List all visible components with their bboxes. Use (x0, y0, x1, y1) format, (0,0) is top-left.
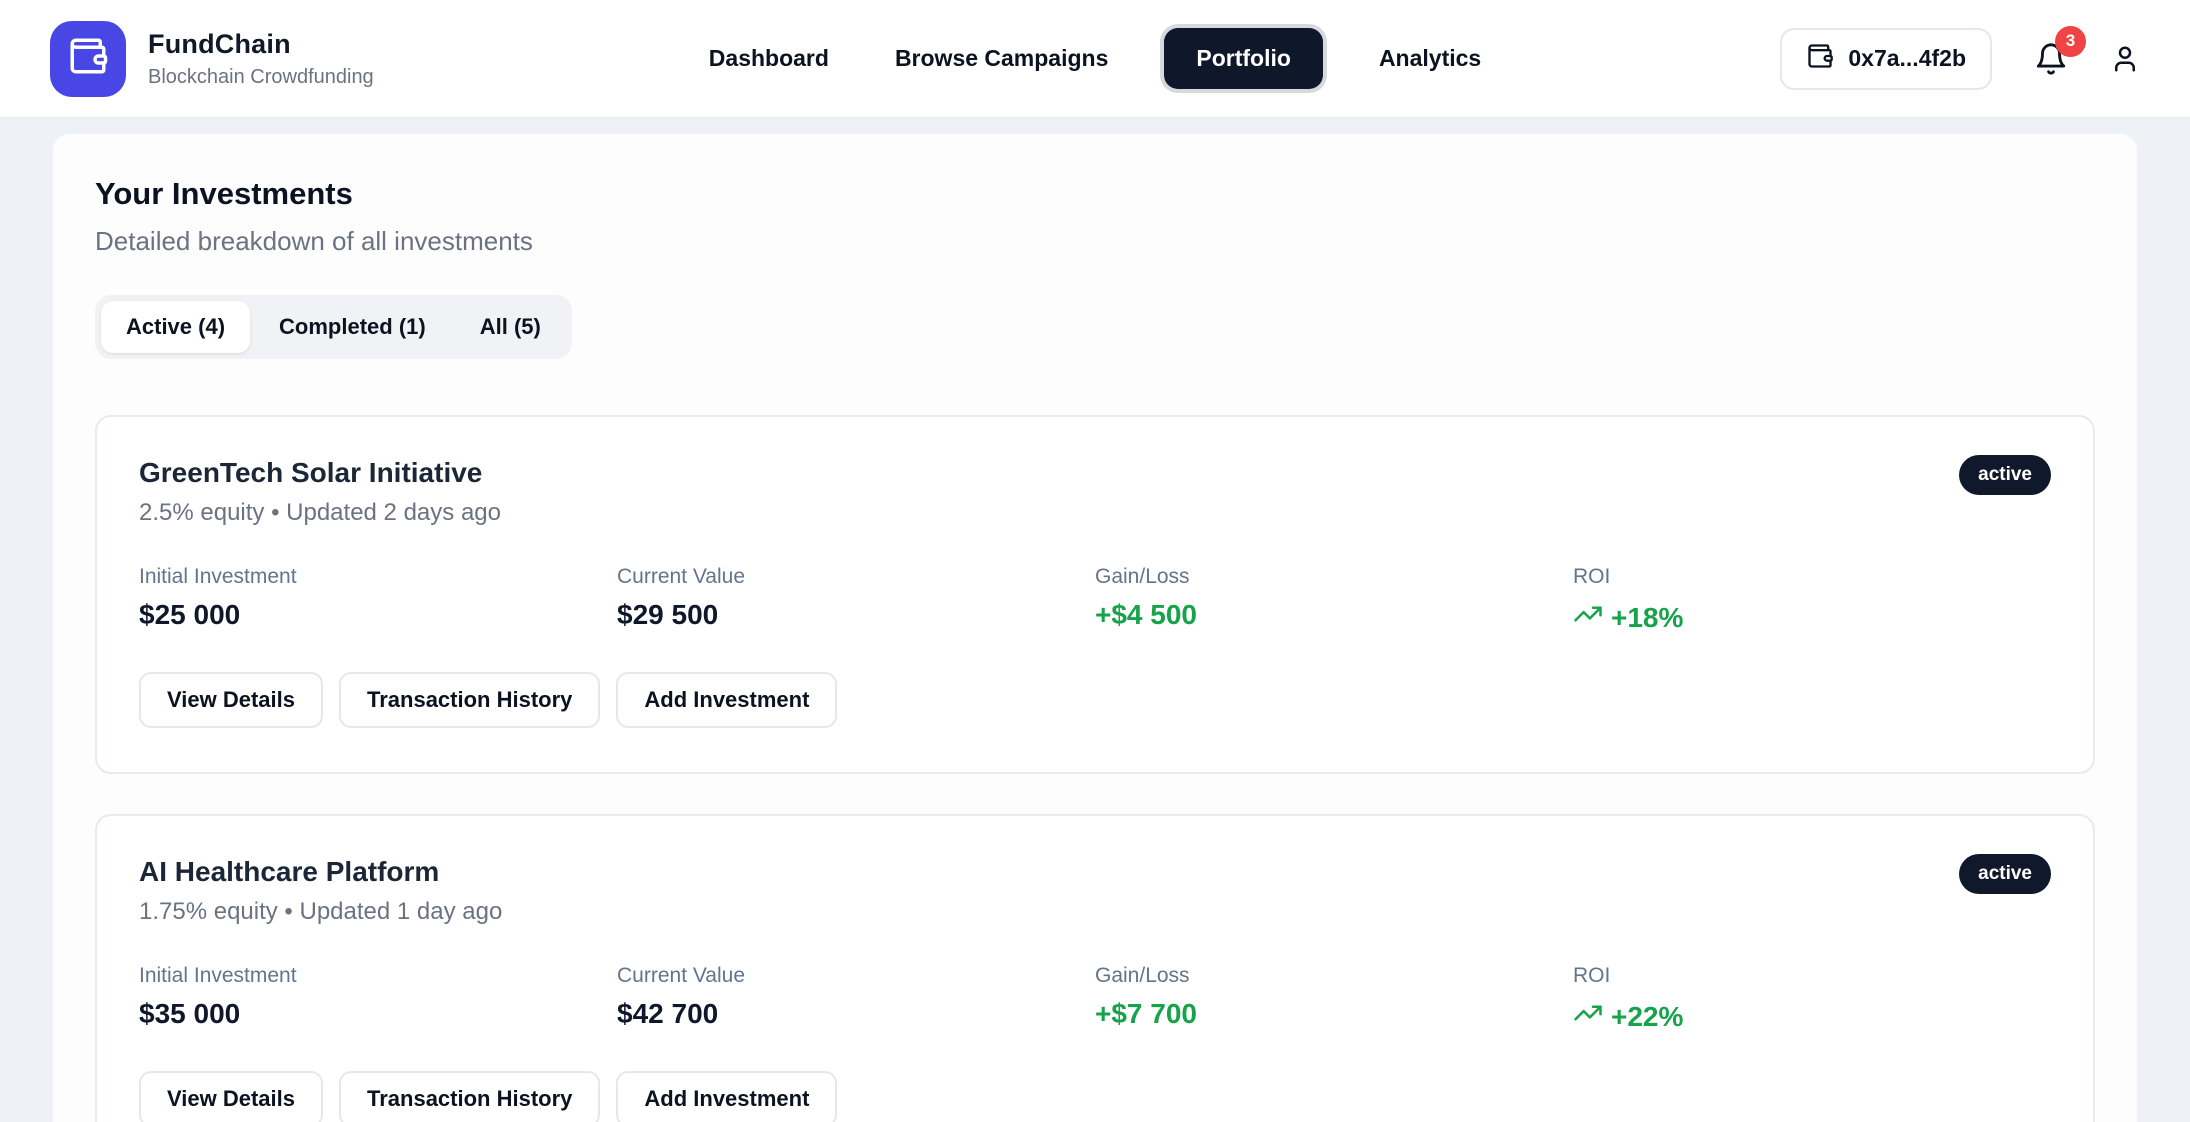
stat-value: +$7 700 (1095, 998, 1573, 1030)
stat-label: Gain/Loss (1095, 565, 1573, 589)
stat-value: $42 700 (617, 998, 1095, 1030)
stat-roi: ROI +22% (1573, 964, 2051, 1035)
add-investment-button[interactable]: Add Investment (616, 672, 837, 728)
nav-item-portfolio[interactable]: Portfolio (1164, 28, 1323, 89)
wallet-icon (1806, 42, 1834, 76)
transaction-history-button[interactable]: Transaction History (339, 672, 600, 728)
transaction-history-button[interactable]: Transaction History (339, 1071, 600, 1122)
stat-label: Gain/Loss (1095, 964, 1573, 988)
stat-label: Current Value (617, 565, 1095, 589)
tab-completed[interactable]: Completed (1) (254, 301, 451, 353)
stat-label: ROI (1573, 565, 2051, 589)
stat-label: Current Value (617, 964, 1095, 988)
investment-title: AI Healthcare Platform (139, 856, 2051, 888)
stat-gain-loss: Gain/Loss +$7 700 (1095, 964, 1573, 1035)
investment-card: active GreenTech Solar Initiative 2.5% e… (95, 415, 2095, 774)
user-icon (2110, 61, 2140, 78)
trending-up-icon (1573, 998, 1603, 1035)
stat-initial-investment: Initial Investment $35 000 (139, 964, 617, 1035)
stat-label: Initial Investment (139, 964, 617, 988)
page-subtitle: Detailed breakdown of all investments (95, 226, 2095, 257)
filter-tabs: Active (4) Completed (1) All (5) (95, 295, 572, 359)
brand-text: FundChain Blockchain Crowdfunding (148, 29, 374, 89)
tab-all[interactable]: All (5) (455, 301, 566, 353)
investment-list: active GreenTech Solar Initiative 2.5% e… (95, 415, 2095, 1122)
wallet-address: 0x7a...4f2b (1848, 45, 1966, 72)
tab-active[interactable]: Active (4) (101, 301, 250, 353)
nav-item-dashboard[interactable]: Dashboard (699, 31, 839, 86)
stat-value: +22% (1573, 998, 2051, 1035)
header-actions: 0x7a...4f2b 3 (1710, 28, 2140, 90)
app-header: FundChain Blockchain Crowdfunding Dashbo… (0, 0, 2190, 118)
stat-initial-investment: Initial Investment $25 000 (139, 565, 617, 636)
roi-value: +18% (1611, 602, 1683, 634)
page-title: Your Investments (95, 176, 2095, 212)
status-badge: active (1959, 455, 2051, 495)
investment-stats: Initial Investment $35 000 Current Value… (139, 964, 2051, 1035)
stat-value: $35 000 (139, 998, 617, 1030)
stat-value: +18% (1573, 599, 2051, 636)
stat-current-value: Current Value $29 500 (617, 565, 1095, 636)
main-content: Your Investments Detailed breakdown of a… (0, 118, 2190, 1122)
bell-icon (2034, 63, 2068, 80)
stat-current-value: Current Value $42 700 (617, 964, 1095, 1035)
brand: FundChain Blockchain Crowdfunding (50, 21, 480, 97)
main-nav: Dashboard Browse Campaigns Portfolio Ana… (510, 28, 1680, 89)
wallet-icon (67, 35, 109, 82)
investment-meta: 1.75% equity • Updated 1 day ago (139, 898, 2051, 926)
add-investment-button[interactable]: Add Investment (616, 1071, 837, 1122)
app-tagline: Blockchain Crowdfunding (148, 66, 374, 89)
stat-value: $29 500 (617, 599, 1095, 631)
investment-title: GreenTech Solar Initiative (139, 457, 2051, 489)
notifications-button[interactable]: 3 (2034, 42, 2068, 76)
view-details-button[interactable]: View Details (139, 672, 323, 728)
investment-card: active AI Healthcare Platform 1.75% equi… (95, 814, 2095, 1122)
notification-count-badge: 3 (2055, 26, 2086, 57)
user-profile-button[interactable] (2110, 44, 2140, 74)
nav-item-browse-campaigns[interactable]: Browse Campaigns (885, 31, 1118, 86)
wallet-address-button[interactable]: 0x7a...4f2b (1780, 28, 1992, 90)
app-title: FundChain (148, 29, 374, 60)
stat-roi: ROI +18% (1573, 565, 2051, 636)
stat-gain-loss: Gain/Loss +$4 500 (1095, 565, 1573, 636)
roi-value: +22% (1611, 1001, 1683, 1033)
stat-label: Initial Investment (139, 565, 617, 589)
nav-item-analytics[interactable]: Analytics (1369, 31, 1491, 86)
investments-panel: Your Investments Detailed breakdown of a… (52, 133, 2138, 1122)
stat-value: +$4 500 (1095, 599, 1573, 631)
trending-up-icon (1573, 599, 1603, 636)
card-actions: View Details Transaction History Add Inv… (139, 1071, 2051, 1122)
view-details-button[interactable]: View Details (139, 1071, 323, 1122)
stat-label: ROI (1573, 964, 2051, 988)
investment-stats: Initial Investment $25 000 Current Value… (139, 565, 2051, 636)
card-actions: View Details Transaction History Add Inv… (139, 672, 2051, 728)
app-logo (50, 21, 126, 97)
investment-meta: 2.5% equity • Updated 2 days ago (139, 499, 2051, 527)
stat-value: $25 000 (139, 599, 617, 631)
status-badge: active (1959, 854, 2051, 894)
